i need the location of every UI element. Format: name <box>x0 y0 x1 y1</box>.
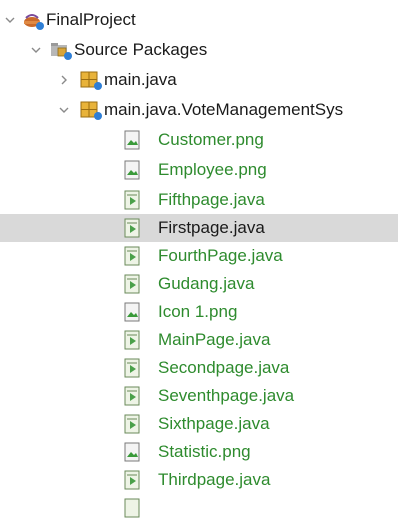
java-file-icon <box>122 329 144 351</box>
tree-row-file[interactable]: Fifthpage.java <box>0 186 398 214</box>
file-label: Thirdpage.java <box>158 470 271 489</box>
java-file-icon <box>122 497 144 519</box>
file-label: Secondpage.java <box>158 358 290 377</box>
source-packages-label: Source Packages <box>74 40 208 59</box>
java-file-icon <box>122 217 144 239</box>
file-label: Firstpage.java <box>158 218 265 237</box>
java-file-icon <box>122 273 144 295</box>
tree-row-file[interactable]: Icon 1.png <box>0 298 398 326</box>
package-icon <box>80 69 102 91</box>
tree-row-final-project[interactable]: FinalProject <box>0 6 398 34</box>
image-file-icon <box>122 441 144 463</box>
file-label: Sixthpage.java <box>158 414 270 433</box>
tree-row-file[interactable]: Secondpage.java <box>0 354 398 382</box>
tree-row-package-vote-management[interactable]: main.java.VoteManagementSys <box>0 96 398 124</box>
package-label: main.java <box>104 70 177 89</box>
java-file-icon <box>122 385 144 407</box>
file-label: Fifthpage.java <box>158 190 265 209</box>
tree-row-source-packages[interactable]: Source Packages <box>0 36 398 64</box>
file-label: Gudang.java <box>158 274 255 293</box>
java-file-icon <box>122 357 144 379</box>
chevron-down-icon[interactable] <box>4 14 16 26</box>
java-file-icon <box>122 413 144 435</box>
image-file-icon <box>122 129 144 151</box>
chevron-down-icon[interactable] <box>30 44 42 56</box>
tree-row-package-main-java[interactable]: main.java <box>0 66 398 94</box>
chevron-down-icon[interactable] <box>58 104 70 116</box>
tree-row-file[interactable]: Thirdpage.java <box>0 466 398 494</box>
tree-row-file[interactable]: Gudang.java <box>0 270 398 298</box>
image-file-icon <box>122 159 144 181</box>
java-file-icon <box>122 189 144 211</box>
tree-row-file[interactable]: FourthPage.java <box>0 242 398 270</box>
package-icon <box>80 99 102 121</box>
file-label: Customer.png <box>158 130 264 149</box>
java-file-icon <box>122 469 144 491</box>
file-label: Icon 1.png <box>158 302 238 321</box>
java-file-icon <box>122 245 144 267</box>
file-label: Statistic.png <box>158 442 251 461</box>
coffee-cup-project-icon <box>22 9 44 31</box>
folder-packages-icon <box>50 39 72 61</box>
image-file-icon <box>122 301 144 323</box>
chevron-right-icon[interactable] <box>58 74 70 86</box>
project-tree: FinalProject Source Packages main.java m… <box>0 0 398 518</box>
tree-row-file[interactable]: Employee.png <box>0 156 398 184</box>
tree-row-file[interactable]: Seventhpage.java <box>0 382 398 410</box>
tree-row-file[interactable]: Statistic.png <box>0 438 398 466</box>
tree-row-file[interactable]: MainPage.java <box>0 326 398 354</box>
file-label: Seventhpage.java <box>158 386 295 405</box>
project-label: FinalProject <box>46 10 136 29</box>
tree-row-file-selected[interactable]: Firstpage.java <box>0 214 398 242</box>
file-label: MainPage.java <box>158 330 271 349</box>
file-label: FourthPage.java <box>158 246 283 265</box>
tree-row-file[interactable]: Sixthpage.java <box>0 410 398 438</box>
tree-row-file-partial[interactable] <box>0 494 398 522</box>
file-label: Employee.png <box>158 160 267 179</box>
package-label: main.java.VoteManagementSys <box>104 100 344 119</box>
tree-row-file[interactable]: Customer.png <box>0 126 398 154</box>
